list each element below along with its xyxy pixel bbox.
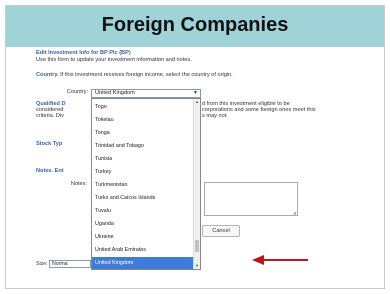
country-label: Country. <box>36 72 59 78</box>
red-arrow-shaft <box>263 259 308 261</box>
dropdown-option[interactable]: Tunisia <box>92 153 194 165</box>
embedded-form-screenshot: Edit Investment Info for BP Plc (BP) Use… <box>36 49 354 271</box>
country-select-value: United Kingdom <box>95 90 135 96</box>
notes-heading: Notes. Ent <box>36 168 64 174</box>
size-label: Size: <box>36 261 48 267</box>
dropdown-option[interactable]: Uganda <box>92 218 194 230</box>
dropdown-option[interactable]: Ukraine <box>92 231 194 243</box>
scroll-up-icon[interactable]: ▲ <box>194 99 200 105</box>
dropdown-scrollbar[interactable]: ▲ ▼ <box>193 99 200 269</box>
country-select[interactable]: United Kingdom ▼ <box>91 89 201 98</box>
form-subheading: Use this form to update your investment … <box>36 57 192 63</box>
dropdown-option[interactable]: Tokelau <box>92 114 194 126</box>
notes-field-label: Notes: <box>70 181 87 187</box>
size-select[interactable]: Norma <box>49 260 91 268</box>
qualified-text-line2: criteria. Div <box>36 113 64 119</box>
scroll-down-icon[interactable]: ▼ <box>194 263 200 269</box>
dropdown-option[interactable]: Tuvalu <box>92 205 194 217</box>
stock-type-heading: Stock Typ <box>36 141 63 147</box>
country-help: If this investment receives foreign inco… <box>60 72 233 78</box>
dropdown-option[interactable]: Togo <box>92 101 194 113</box>
cancel-button[interactable]: Cancel <box>202 225 240 237</box>
country-section: Country. If this investment receives for… <box>36 72 233 79</box>
dropdown-option[interactable]: Tonga <box>92 127 194 139</box>
slide-title: Foreign Companies <box>101 14 289 36</box>
dropdown-option[interactable]: United Arab Emirates <box>92 244 194 256</box>
qualified-text-right3: s may not. <box>202 113 228 119</box>
country-field-label: Country: <box>66 89 88 95</box>
dropdown-option[interactable]: Turkmenistan <box>92 179 194 191</box>
scrollbar-thumb[interactable] <box>195 240 199 252</box>
dropdown-option[interactable]: Turks and Caicos Islands <box>92 192 194 204</box>
dropdown-option[interactable]: Trinidad and Tobago <box>92 140 194 152</box>
form-heading: Edit Investment Info for BP Plc (BP) <box>36 50 131 56</box>
resize-grip-icon[interactable]: ◢ <box>293 210 296 215</box>
chevron-down-icon: ▼ <box>193 90 198 96</box>
country-dropdown-list[interactable]: Togo Tokelau Tonga Trinidad and Tobago T… <box>91 98 201 270</box>
notes-textarea[interactable]: ◢ <box>204 182 298 216</box>
dropdown-option[interactable]: Turkey <box>92 166 194 178</box>
dropdown-option-selected[interactable]: United Kingdom <box>92 257 194 269</box>
